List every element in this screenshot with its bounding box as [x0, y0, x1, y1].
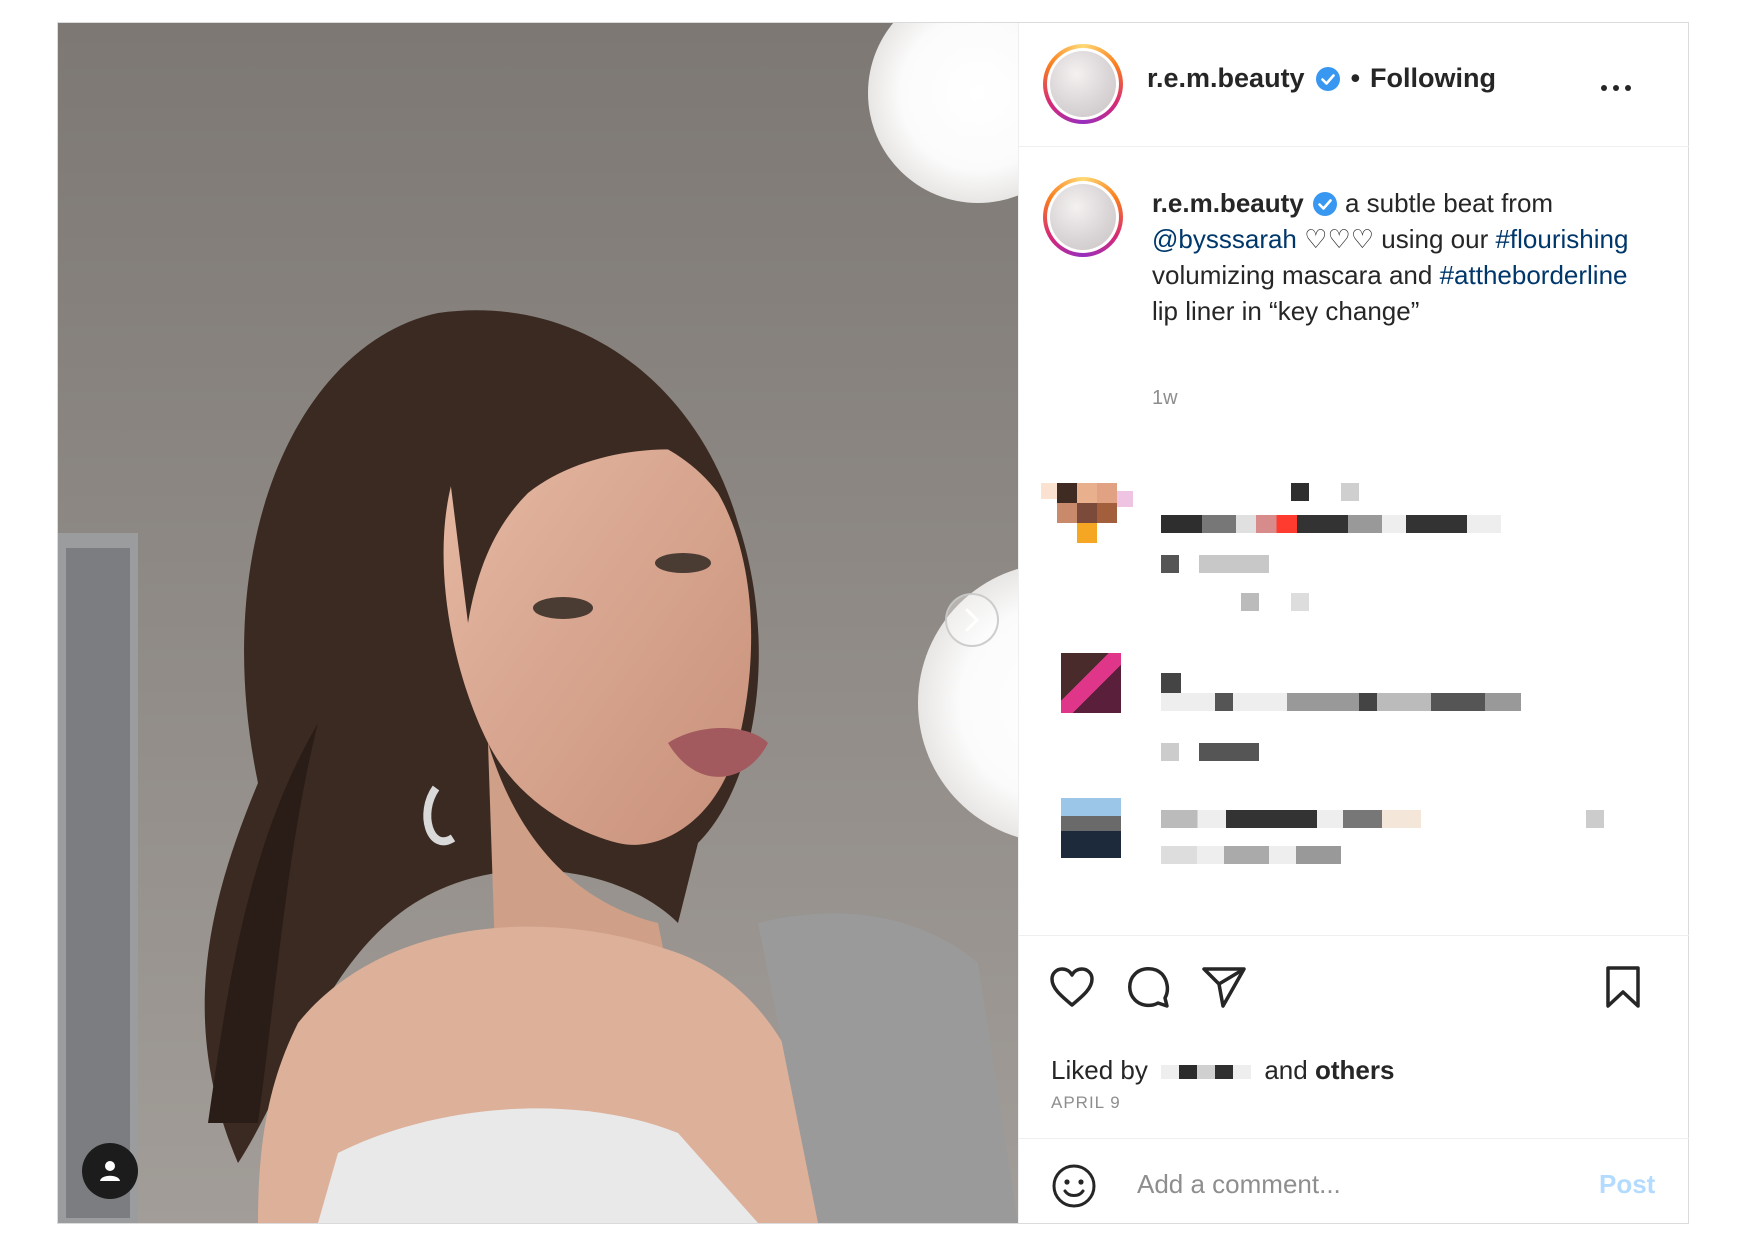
instagram-post: r.e.m.beauty • Following r.e.m.beauty a … — [57, 22, 1689, 1224]
comment-1 — [1041, 483, 1641, 643]
post-photo — [58, 23, 1018, 1223]
comment-icon — [1128, 967, 1170, 1008]
next-photo-button[interactable] — [945, 593, 999, 647]
follow-status-button[interactable]: Following — [1370, 63, 1496, 94]
liked-and: and — [1264, 1055, 1308, 1085]
caption-hashtag-flourishing[interactable]: #flourishing — [1495, 224, 1628, 254]
post-sidebar: r.e.m.beauty • Following r.e.m.beauty a … — [1018, 23, 1689, 1223]
liked-others-link[interactable]: others — [1315, 1055, 1394, 1085]
caption-text-1: a subtle beat from — [1337, 188, 1554, 218]
separator-dot: • — [1350, 63, 1361, 93]
post-header: r.e.m.beauty • Following — [1019, 23, 1689, 147]
avatar[interactable] — [1043, 44, 1123, 124]
heart-icon — [1050, 967, 1094, 1007]
chevron-right-icon — [965, 608, 980, 632]
emoji-button[interactable] — [1049, 1161, 1099, 1211]
redacted-liker[interactable] — [1161, 1065, 1252, 1080]
caption-text-4: lip liner in “key change” — [1152, 296, 1420, 326]
commenter-avatar[interactable] — [1061, 798, 1121, 858]
actions-divider — [1019, 935, 1689, 936]
post-comment-button[interactable]: Post — [1599, 1169, 1655, 1200]
tagged-users-button[interactable] — [82, 1143, 138, 1199]
post-media[interactable] — [58, 23, 1018, 1223]
verified-badge-icon — [1312, 192, 1337, 216]
post-time[interactable]: 1w — [1152, 387, 1178, 410]
verified-badge-icon — [1315, 66, 1340, 91]
caption-text-2: ♡♡♡ using our — [1296, 224, 1496, 254]
save-button[interactable] — [1601, 963, 1645, 1011]
username-link[interactable]: r.e.m.beauty — [1147, 63, 1305, 94]
like-button[interactable] — [1047, 963, 1097, 1011]
caption-text: r.e.m.beauty a subtle beat from @bysssar… — [1152, 185, 1652, 329]
comment-2 — [1041, 653, 1641, 773]
caption-hashtag-attheborderline[interactable]: #attheborderline — [1440, 260, 1628, 290]
comment-input[interactable] — [1135, 1163, 1559, 1205]
more-icon[interactable] — [1601, 85, 1631, 91]
share-button[interactable] — [1199, 963, 1249, 1011]
liked-by-prefix: Liked by — [1051, 1055, 1148, 1085]
commenter-avatar[interactable] — [1041, 483, 1057, 499]
comment-3 — [1041, 788, 1661, 888]
send-icon — [1202, 967, 1246, 1008]
bookmark-icon — [1606, 966, 1640, 1008]
likes-summary[interactable]: Liked by and others — [1051, 1055, 1394, 1086]
commenter-avatar[interactable] — [1061, 653, 1121, 713]
user-tag-icon — [100, 1161, 120, 1181]
caption-username[interactable]: r.e.m.beauty — [1152, 188, 1304, 218]
caption-mention[interactable]: @bysssarah — [1152, 224, 1297, 254]
comment-divider — [1019, 1138, 1689, 1139]
caption-avatar[interactable] — [1043, 177, 1123, 257]
caption-text-3: volumizing mascara and — [1152, 260, 1440, 290]
emoji-icon — [1052, 1164, 1096, 1208]
comment-button[interactable] — [1123, 963, 1173, 1011]
post-date[interactable]: APRIL 9 — [1051, 1093, 1121, 1113]
